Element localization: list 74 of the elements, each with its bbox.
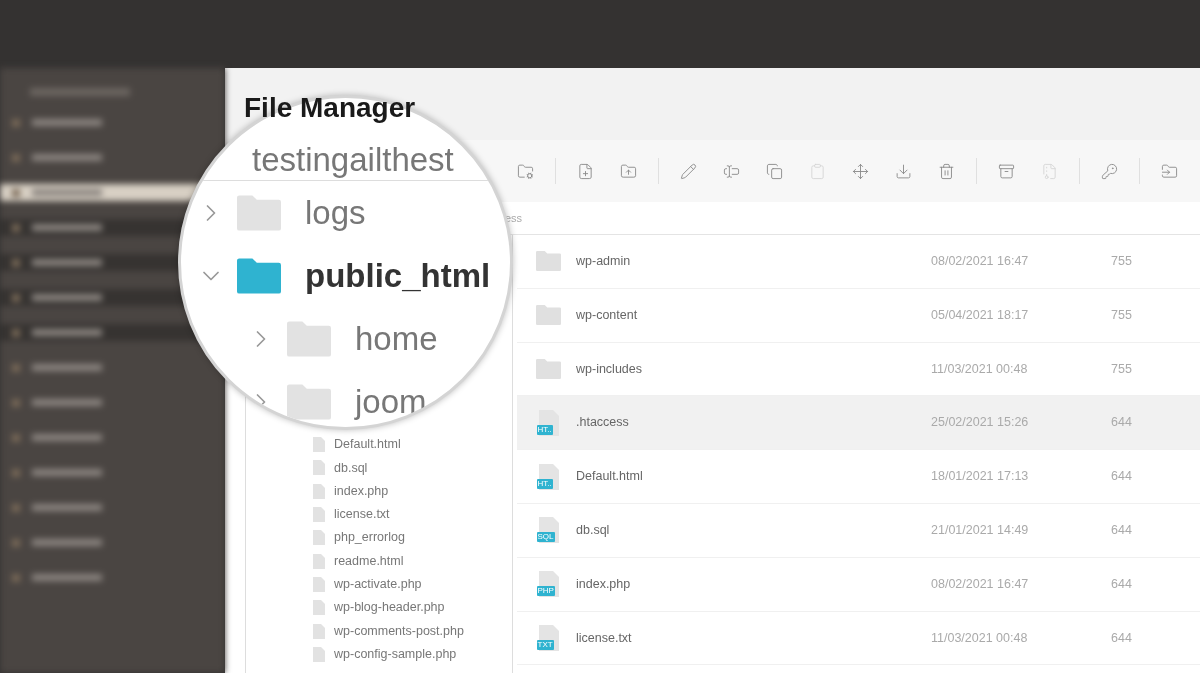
file-icon <box>313 600 325 616</box>
tree-file-name[interactable]: php_errorlog <box>334 528 405 548</box>
tree-file-name[interactable]: db.sql <box>334 458 368 478</box>
tree-file-name[interactable]: wp-config-sample.php <box>334 644 457 664</box>
folder-icon <box>536 251 561 272</box>
copy-button[interactable] <box>765 161 784 181</box>
modified-date: 21/01/2021 14:49 <box>931 522 1030 539</box>
new-file-button[interactable] <box>576 161 595 181</box>
modified-date: 11/03/2021 00:48 <box>931 360 1029 378</box>
tree-file-name[interactable]: Default.html <box>334 435 401 454</box>
trash-button[interactable] <box>937 161 956 181</box>
file-icon <box>313 646 325 662</box>
permissions: 755 <box>1111 306 1132 324</box>
file-icon <box>313 460 325 476</box>
permissions: 644 <box>1111 468 1132 486</box>
permissions: 644 <box>1111 522 1132 539</box>
file-name: index.php <box>576 575 632 593</box>
file-type-icon: PHP <box>536 570 561 599</box>
permissions: 755 <box>1111 253 1132 270</box>
file-name: wp-admin <box>576 253 632 270</box>
archive-button[interactable] <box>997 161 1016 181</box>
tree-folder-name[interactable]: public_html <box>305 250 491 301</box>
file-name: db.sql <box>576 522 611 539</box>
tree-file-name[interactable]: wp-comments-post.php <box>334 621 464 641</box>
folder-icon <box>536 305 561 326</box>
modified-date: 18/01/2021 17:13 <box>931 468 1030 486</box>
folder-icon <box>287 383 331 420</box>
modified-date: 08/02/2021 16:47 <box>931 253 1030 270</box>
file-name: license.txt <box>576 629 633 647</box>
folder-icon <box>237 194 281 231</box>
file-icon <box>313 507 325 523</box>
pencil-button[interactable] <box>679 161 698 181</box>
folder-icon <box>287 320 331 357</box>
key-button[interactable] <box>1100 161 1119 181</box>
move-button[interactable] <box>851 161 870 181</box>
file-icon <box>313 483 325 499</box>
permissions: 644 <box>1111 629 1132 647</box>
file-type-icon: HT.. <box>536 408 561 437</box>
tree-file-name[interactable]: index.php <box>334 481 389 501</box>
permissions: 644 <box>1111 414 1132 432</box>
file-name: Default.html <box>576 468 644 486</box>
download-button[interactable] <box>894 161 913 181</box>
file-icon <box>313 530 325 546</box>
modified-date: 05/04/2021 18:17 <box>931 306 1030 324</box>
folder-settings-button[interactable] <box>516 161 535 181</box>
tree-file-name[interactable]: readme.html <box>334 551 404 571</box>
file-name: .htaccess <box>576 414 630 432</box>
file-icon <box>313 553 325 569</box>
tree-file-name[interactable]: license.txt <box>334 505 390 524</box>
file-icon <box>313 576 325 592</box>
tree-file-name[interactable]: wp-blog-header.php <box>334 598 445 618</box>
folder-icon <box>237 257 281 294</box>
tree-folder-name[interactable]: logs <box>305 187 366 238</box>
permissions: 755 <box>1111 360 1132 378</box>
permissions: 644 <box>1111 575 1132 593</box>
tree-root-name: testingailthest <box>197 140 510 181</box>
file-icon <box>313 623 325 639</box>
folder-upload-button[interactable] <box>619 161 638 181</box>
folder-icon <box>536 359 561 379</box>
file-type-icon: HT.. <box>536 462 561 491</box>
tree-file-name[interactable]: wp-activate.php <box>334 575 422 594</box>
tree-folder-name[interactable]: home <box>355 313 438 364</box>
file-row[interactable]: HT.. .htaccess 25/02/2021 15:26 644 <box>517 396 1200 451</box>
tree-folder-name[interactable]: joom <box>355 376 427 427</box>
modified-date: 08/02/2021 16:47 <box>931 575 1030 593</box>
file-icon <box>313 437 325 453</box>
file-type-icon: TXT <box>536 623 561 652</box>
file-name: wp-content <box>576 306 639 324</box>
file-type-icon: SQL <box>536 516 561 545</box>
modified-date: 11/03/2021 00:48 <box>931 629 1029 647</box>
file-name: wp-includes <box>576 360 643 378</box>
folder-input-button[interactable] <box>1160 161 1179 181</box>
modified-date: 25/02/2021 15:26 <box>931 414 1030 432</box>
page-title: File Manager <box>244 91 416 125</box>
